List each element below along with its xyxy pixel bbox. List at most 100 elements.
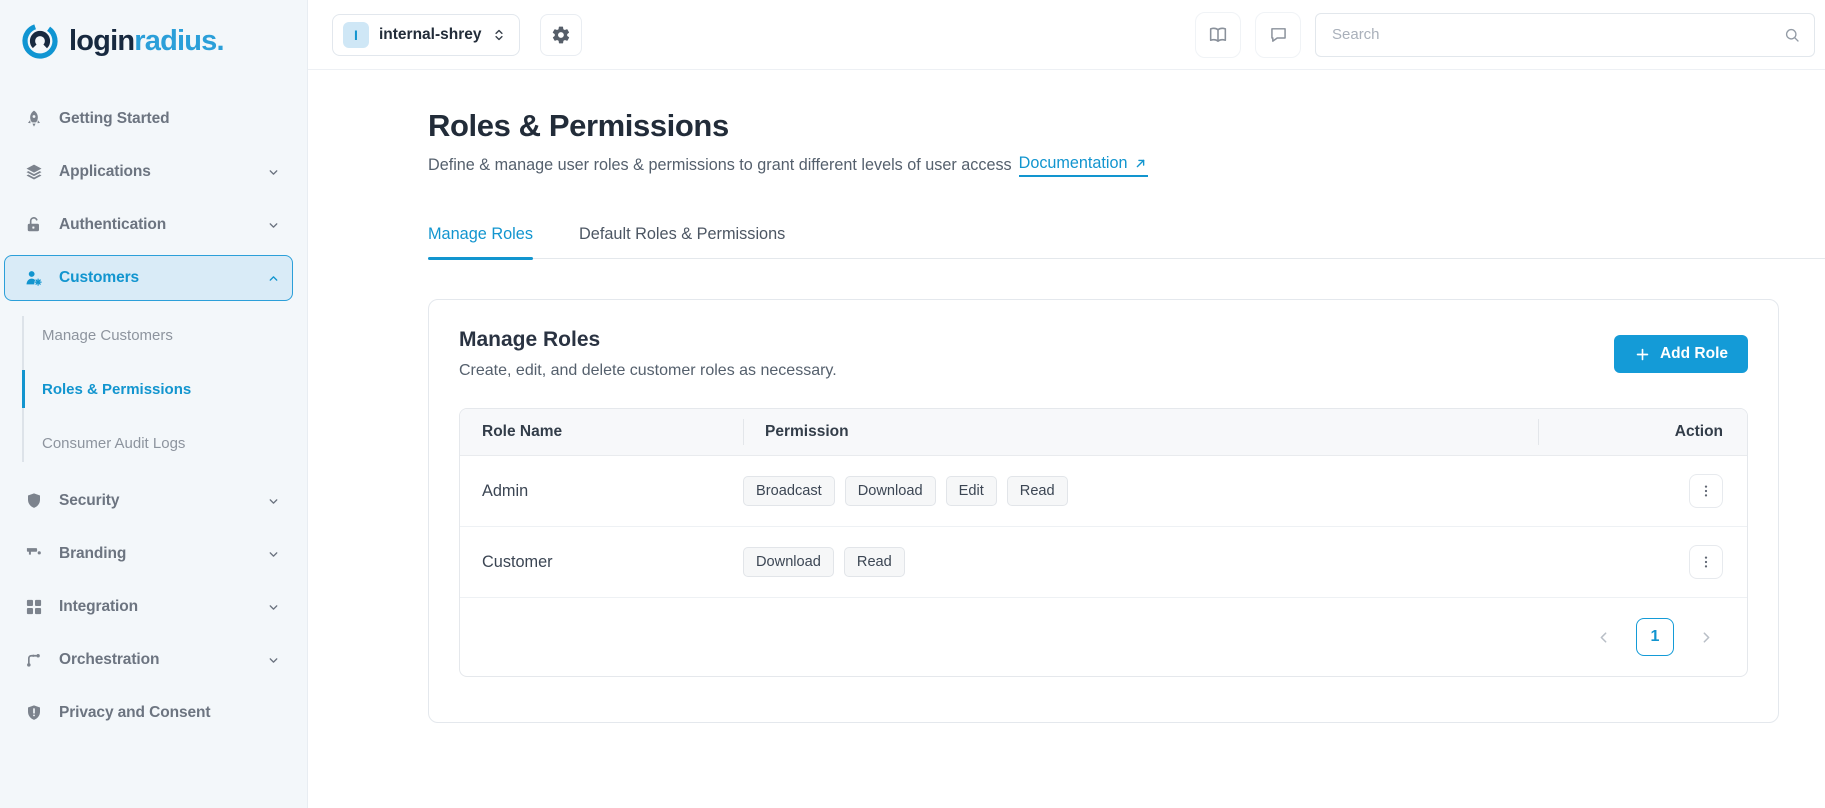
permission-chip: Download — [844, 476, 936, 506]
grid-icon — [23, 596, 45, 618]
sidebar-item-label: Authentication — [59, 216, 167, 233]
permissions-cell: Broadcast Download Edit Read — [743, 476, 1538, 506]
chevron-up-down-icon — [492, 28, 506, 42]
plus-icon — [1634, 346, 1651, 363]
card-subtitle: Create, edit, and delete customer roles … — [459, 362, 837, 379]
tab-manage-roles[interactable]: Manage Roles — [428, 225, 533, 260]
sidebar-item-label: Branding — [59, 545, 127, 562]
sidebar-item-label: Security — [59, 492, 120, 509]
column-header-permission: Permission — [743, 423, 1538, 441]
kebab-menu-icon — [1698, 483, 1714, 499]
sidebar-item-label: Orchestration — [59, 651, 160, 668]
chevron-right-icon — [1698, 629, 1715, 646]
loginradius-logo[interactable]: loginradius. — [0, 18, 307, 64]
app-name: internal-shrey — [379, 25, 482, 43]
row-actions-menu-button[interactable] — [1689, 474, 1723, 508]
sidebar-item-applications[interactable]: Applications — [4, 149, 293, 195]
topbar: I internal-shrey — [308, 0, 1825, 70]
customers-submenu: Manage Customers Roles & Permissions Con… — [0, 308, 307, 470]
sidebar-item-customers[interactable]: Customers — [4, 255, 293, 301]
page-content: Roles & Permissions Define & manage user… — [308, 70, 1825, 808]
sidebar-item-roles-permissions[interactable]: Roles & Permissions — [0, 362, 307, 416]
card-header-text: Manage Roles Create, edit, and delete cu… — [459, 328, 837, 380]
column-header-action: Action — [1538, 423, 1747, 441]
table-row: Customer Download Read — [460, 527, 1747, 598]
chevron-up-icon — [267, 272, 280, 285]
shield-alert-icon — [23, 702, 45, 724]
settings-button[interactable] — [539, 13, 582, 56]
permission-chip: Broadcast — [743, 476, 835, 506]
sidebar-item-getting-started[interactable]: Getting Started — [4, 96, 293, 142]
row-actions-menu-button[interactable] — [1689, 545, 1723, 579]
sidebar-item-label: Privacy and Consent — [59, 704, 211, 721]
role-name-cell: Customer — [482, 552, 553, 571]
kebab-menu-icon — [1698, 554, 1714, 570]
chevron-down-icon — [267, 166, 280, 179]
chevron-down-icon — [267, 601, 280, 614]
column-header-role-name: Role Name — [482, 423, 563, 440]
lock-open-icon — [23, 214, 45, 236]
role-name-cell: Admin — [482, 481, 529, 500]
card-title: Manage Roles — [459, 328, 601, 351]
sidebar-item-orchestration[interactable]: Orchestration — [4, 637, 293, 683]
search-input[interactable] — [1315, 12, 1815, 57]
sidebar-item-authentication[interactable]: Authentication — [4, 202, 293, 248]
sidebar-nav: Getting Started Applications Authenticat… — [0, 96, 307, 736]
book-open-icon — [1207, 24, 1229, 46]
table-row: Admin Broadcast Download Edit Read — [460, 456, 1747, 527]
sidebar-item-label: Applications — [59, 163, 151, 180]
sidebar-item-security[interactable]: Security — [4, 478, 293, 524]
card-header: Manage Roles Create, edit, and delete cu… — [459, 328, 1748, 380]
manage-roles-card: Manage Roles Create, edit, and delete cu… — [428, 299, 1779, 723]
paint-roller-icon — [23, 543, 45, 565]
page-number-button[interactable]: 1 — [1636, 618, 1674, 656]
roles-table: Role Name Permission Action Admin Broadc… — [459, 408, 1748, 677]
add-role-button-label: Add Role — [1659, 345, 1728, 362]
submenu-item-label: Manage Customers — [42, 326, 173, 344]
documentation-link[interactable]: Documentation — [1018, 154, 1148, 177]
user-gear-icon — [23, 267, 45, 289]
pagination: 1 — [460, 598, 1747, 676]
chevron-left-icon — [1595, 629, 1612, 646]
chevron-down-icon — [267, 548, 280, 561]
external-link-icon — [1133, 156, 1148, 171]
add-role-button[interactable]: Add Role — [1613, 335, 1748, 373]
feedback-button[interactable] — [1255, 11, 1301, 58]
git-branch-icon — [23, 649, 45, 671]
documentation-link-label: Documentation — [1018, 154, 1128, 172]
search-icon — [1783, 26, 1801, 44]
search-box — [1315, 12, 1815, 57]
sidebar-item-label: Integration — [59, 598, 138, 615]
permission-chip: Read — [843, 547, 905, 577]
permissions-cell: Download Read — [743, 547, 1538, 577]
tabs: Manage Roles Default Roles & Permissions — [428, 225, 1825, 260]
gear-icon — [551, 25, 571, 45]
documentation-button[interactable] — [1195, 11, 1241, 58]
action-cell — [1538, 474, 1747, 508]
loginradius-logo-text: loginradius. — [69, 24, 225, 57]
app-selector[interactable]: I internal-shrey — [332, 13, 520, 56]
main-area: I internal-shrey Search Roles & Permissi… — [308, 0, 1825, 808]
submenu-item-label: Consumer Audit Logs — [42, 434, 186, 452]
permission-chip: Edit — [945, 476, 997, 506]
chevron-down-icon — [267, 219, 280, 232]
sidebar: loginradius. Getting Started Application… — [0, 0, 308, 808]
permission-chip: Download — [743, 547, 834, 577]
sidebar-item-branding[interactable]: Branding — [4, 531, 293, 577]
sidebar-item-privacy-and-consent[interactable]: Privacy and Consent — [4, 690, 293, 736]
loginradius-logo-icon — [20, 21, 60, 61]
chevron-down-icon — [267, 654, 280, 667]
page-subtitle-text: Define & manage user roles & permissions… — [428, 156, 1012, 174]
previous-page-button[interactable] — [1595, 629, 1612, 646]
permission-chip: Read — [1006, 476, 1068, 506]
sidebar-item-label: Getting Started — [59, 110, 170, 127]
layers-icon — [23, 161, 45, 183]
rocket-icon — [23, 108, 45, 130]
sidebar-item-integration[interactable]: Integration — [4, 584, 293, 630]
action-cell — [1538, 545, 1747, 579]
sidebar-item-consumer-audit-logs[interactable]: Consumer Audit Logs — [0, 416, 307, 470]
sidebar-item-manage-customers[interactable]: Manage Customers — [0, 308, 307, 362]
next-page-button[interactable] — [1698, 629, 1715, 646]
table-header-row: Role Name Permission Action — [460, 409, 1747, 456]
tab-default-roles-permissions[interactable]: Default Roles & Permissions — [579, 225, 785, 258]
